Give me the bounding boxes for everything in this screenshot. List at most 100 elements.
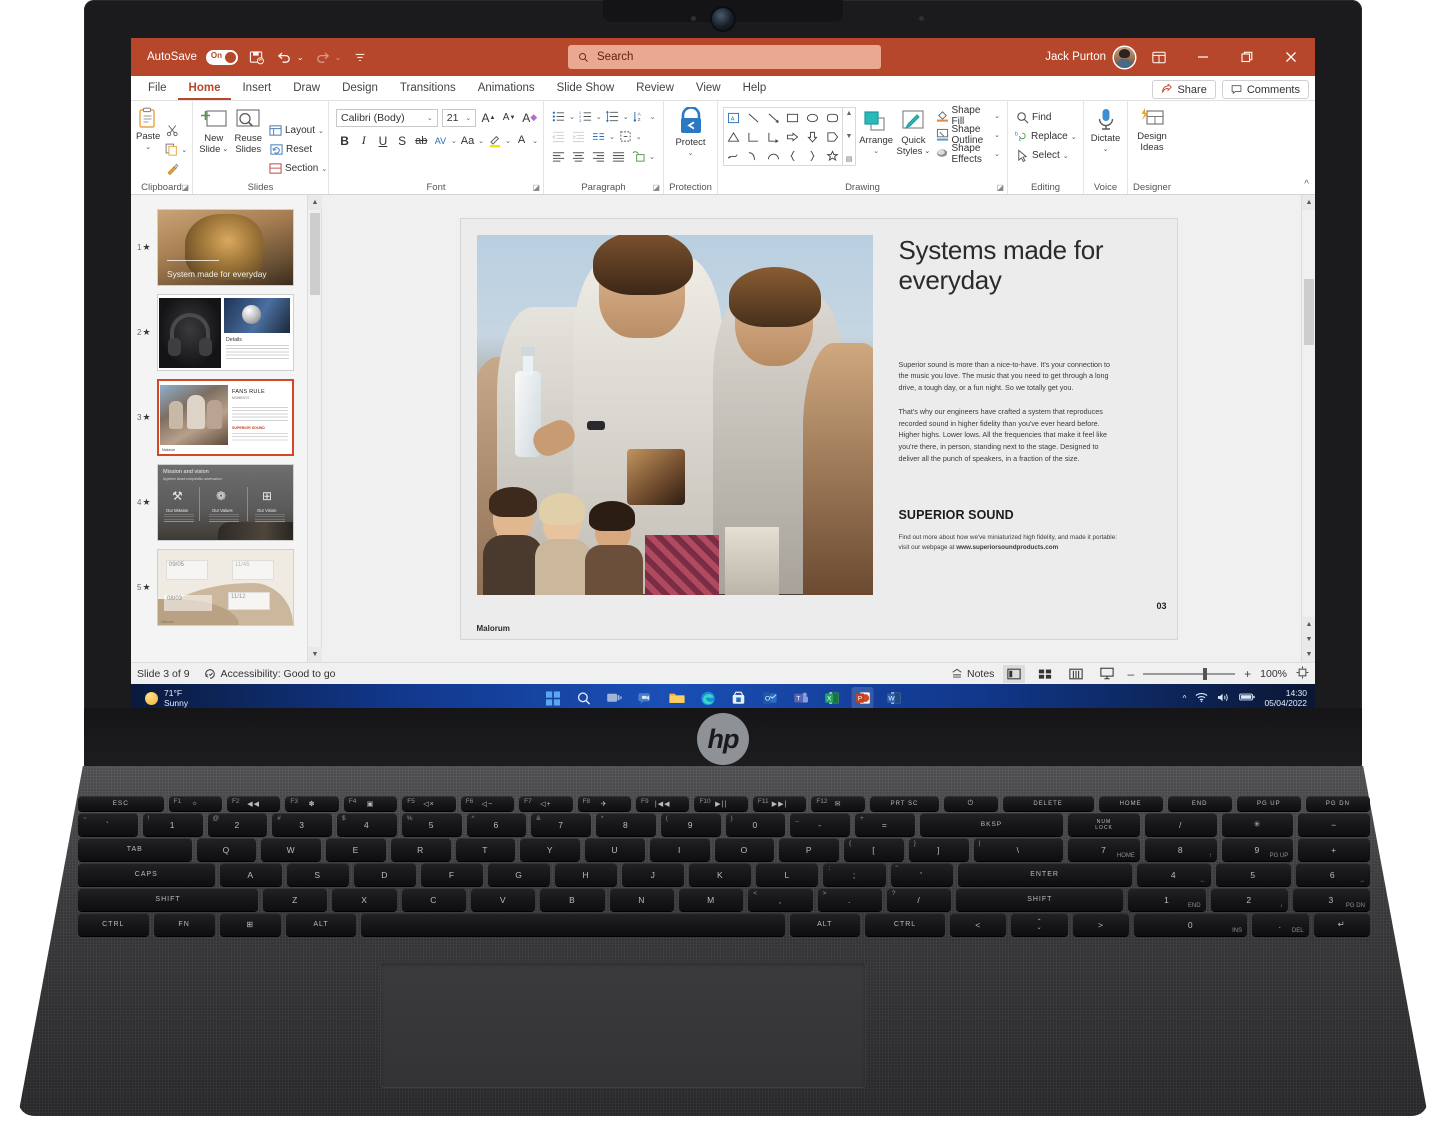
slide-subheading[interactable]: SUPERIOR SOUND	[899, 508, 1167, 522]
key-m[interactable]: M	[678, 888, 744, 911]
key-n[interactable]: N	[609, 888, 674, 911]
slide-image[interactable]	[476, 234, 873, 595]
protect-button[interactable]: Protect ⌄	[669, 105, 712, 194]
current-slide[interactable]: Systems made for everyday Superior sound…	[460, 218, 1177, 639]
search-input[interactable]: Search	[568, 45, 881, 69]
shrink-font-button[interactable]: A ▼	[501, 108, 518, 127]
key-alt-right[interactable]: ALT	[789, 913, 861, 936]
key-v[interactable]: V	[471, 888, 536, 911]
key-print-screen[interactable]: PRT SC	[869, 796, 940, 811]
zoom-slider-handle[interactable]	[1203, 667, 1208, 680]
key-f1[interactable]: F1 ☼	[168, 796, 222, 811]
section-button[interactable]: Section ⌄	[267, 160, 327, 177]
slide-thumbnail-pane[interactable]: 1 ★ System made for everyday 2 ★ Details…	[131, 195, 322, 662]
key-tab[interactable]: TAB	[78, 838, 192, 861]
shape-gallery[interactable]: A	[723, 107, 843, 166]
key-arrow-left[interactable]: <	[949, 913, 1007, 936]
key-numpad-minus[interactable]: −	[1298, 813, 1370, 836]
justify-button[interactable]	[609, 147, 628, 166]
start-icon[interactable]	[542, 687, 564, 708]
align-center-button[interactable]	[569, 147, 588, 166]
share-button[interactable]: Share	[1152, 80, 1216, 99]
key-6[interactable]: ^ 6	[466, 813, 527, 836]
wifi-icon[interactable]	[1195, 692, 1208, 705]
text-highlight-button[interactable]	[486, 131, 503, 150]
avatar[interactable]	[1114, 46, 1135, 68]
key-l[interactable]: L	[756, 863, 819, 886]
powerpoint-icon[interactable]: P	[851, 687, 874, 708]
key-f9[interactable]: F9 |◀◀	[636, 796, 690, 811]
key-numpad-2[interactable]: 2 ↓	[1210, 888, 1288, 911]
key-backslash[interactable]: | \	[973, 838, 1064, 861]
slide-show-icon[interactable]	[1096, 665, 1118, 683]
key-f2[interactable]: F2 ◀◀	[226, 796, 281, 811]
touchpad[interactable]	[380, 962, 866, 1088]
normal-view-icon[interactable]	[1003, 664, 1026, 683]
key-o[interactable]: O	[714, 838, 775, 861]
key-2[interactable]: @2	[207, 813, 268, 836]
key-caps-lock[interactable]: CAPS	[78, 863, 215, 886]
slide-text-block[interactable]: Systems made for everyday Superior sound…	[899, 235, 1167, 611]
key-numpad-7[interactable]: 7 HOME	[1068, 838, 1140, 861]
store-icon[interactable]	[728, 687, 750, 708]
key-numpad-5[interactable]: 5	[1216, 863, 1291, 886]
key-w[interactable]: W	[261, 838, 322, 861]
key-numpad-0[interactable]: 0 INS	[1134, 913, 1248, 936]
slide-title[interactable]: Systems made for everyday	[899, 235, 1167, 295]
list-item[interactable]: 5 ★ 09/05 11/45 08/03 11/12 Malorum	[131, 545, 321, 630]
key-j[interactable]: J	[622, 863, 685, 886]
arrange-chevron-down-icon[interactable]: ⌄	[873, 147, 879, 155]
outlook-icon[interactable]: O	[759, 687, 781, 708]
key-numpad-divide[interactable]: /	[1144, 813, 1217, 836]
close-button[interactable]	[1271, 38, 1311, 76]
find-button[interactable]: Find	[1013, 109, 1078, 126]
key-e[interactable]: E	[326, 838, 386, 861]
paste-button[interactable]: Paste ⌄	[136, 105, 160, 194]
slide-sorter-icon[interactable]	[1034, 665, 1056, 683]
key-r[interactable]: R	[390, 838, 451, 861]
key-slash[interactable]: ? /	[886, 888, 952, 911]
list-item[interactable]: 2 ★ Details	[131, 290, 321, 375]
cut-button[interactable]	[163, 122, 187, 139]
quick-styles-chevron-down-icon[interactable]: ⌄	[924, 147, 930, 157]
paragraph-dialog-launcher[interactable]: ◪	[652, 183, 660, 192]
key-numpad-9[interactable]: 9 PG UP	[1221, 838, 1294, 861]
key-f8[interactable]: F8 ✈	[577, 796, 631, 811]
key-7[interactable]: & 7	[531, 813, 591, 836]
decrease-indent-button[interactable]	[549, 127, 568, 146]
dictate-button[interactable]: Dictate ⌄	[1089, 105, 1122, 194]
key-b[interactable]: B	[540, 888, 605, 911]
tab-home[interactable]: Home	[177, 76, 232, 100]
align-right-button[interactable]	[589, 147, 608, 166]
tab-view[interactable]: View	[685, 76, 732, 100]
thumbnail-slide-4[interactable]: Mission and vision Appetere dicant compl…	[157, 464, 294, 541]
key-bracket-left[interactable]: {[	[844, 838, 904, 861]
slide-paragraph-2[interactable]: That's why our engineers have crafted a …	[899, 406, 1116, 464]
key-4[interactable]: $4	[337, 813, 397, 836]
clear-formatting-button[interactable]: A ◆	[521, 108, 538, 127]
notes-button[interactable]: Notes	[951, 668, 994, 680]
key-quote[interactable]: " '	[890, 863, 953, 886]
tab-insert[interactable]: Insert	[231, 76, 282, 100]
key-3[interactable]: #3	[272, 813, 332, 836]
task-view-icon[interactable]	[604, 687, 626, 708]
thumbnail-slide-1[interactable]: System made for everyday	[157, 209, 294, 286]
next-slide-button[interactable]: ▼	[1302, 632, 1315, 647]
change-case-button[interactable]: Aa	[459, 131, 476, 150]
key-f5[interactable]: F5 ◁×	[402, 796, 456, 811]
key-c[interactable]: C	[401, 888, 467, 911]
thumbnail-scrollbar[interactable]: ▲ ▼	[307, 195, 322, 662]
key-backspace[interactable]: BKSP	[919, 813, 1064, 836]
excel-icon[interactable]: X	[821, 687, 843, 708]
dictate-chevron-down-icon[interactable]: ⌄	[1103, 145, 1109, 153]
underline-button[interactable]: U	[374, 131, 391, 150]
key-alt-left[interactable]: ALT	[285, 913, 357, 936]
paste-chevron-down-icon[interactable]: ⌄	[145, 143, 151, 151]
accessibility-status[interactable]: Accessibility: Good to go	[204, 668, 336, 680]
key-backtick[interactable]: ~ `	[78, 813, 138, 836]
tab-draw[interactable]: Draw	[282, 76, 331, 100]
thumbnail-scroll-down-icon[interactable]: ▼	[308, 647, 322, 662]
search-icon[interactable]	[573, 687, 595, 708]
key-power[interactable]: ⏻	[944, 796, 998, 811]
key-1[interactable]: ! 1	[142, 813, 203, 836]
